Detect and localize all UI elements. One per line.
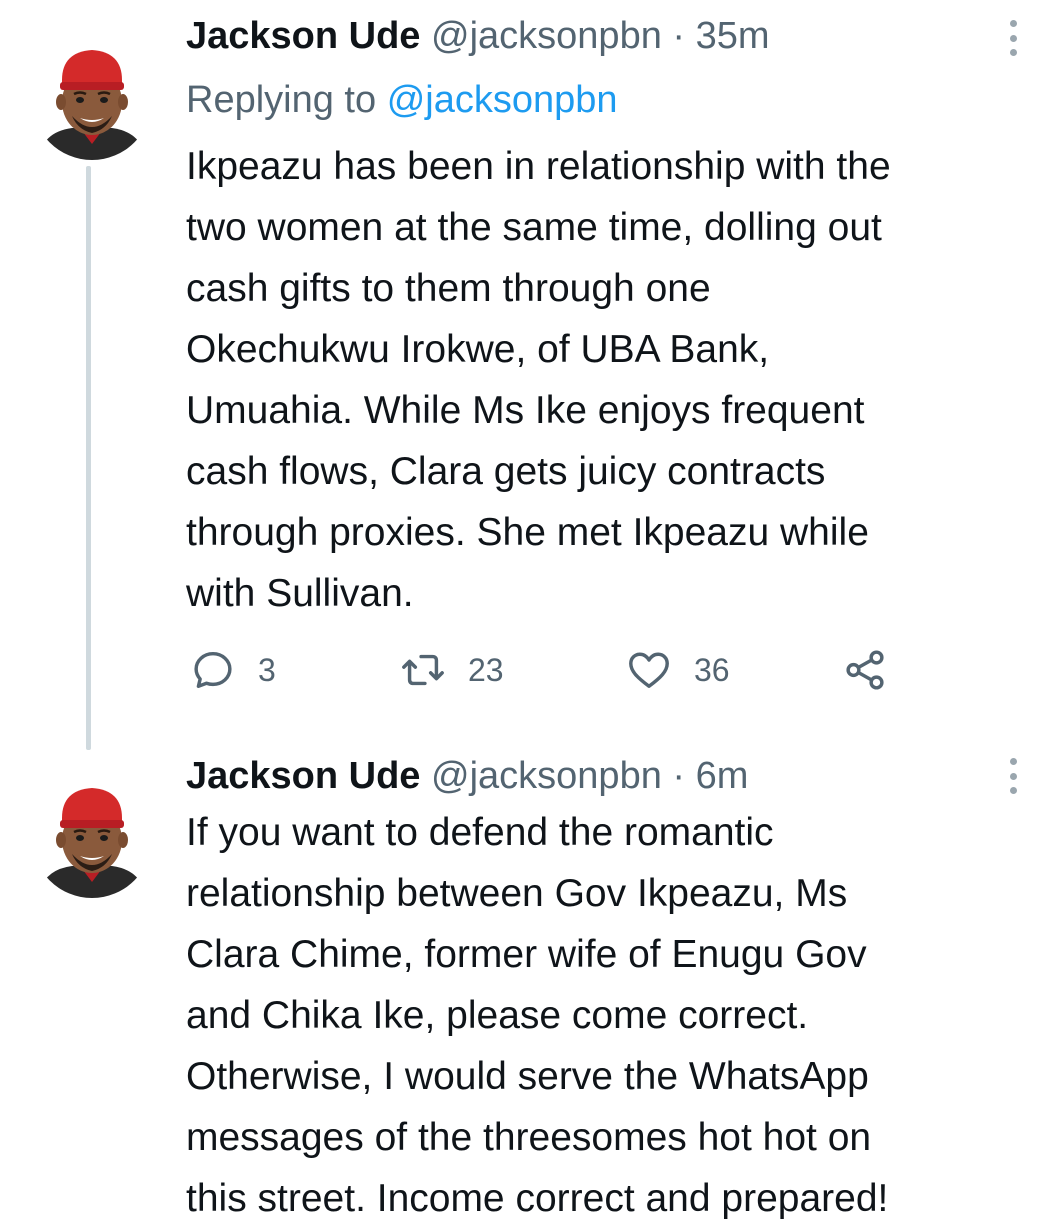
avatar[interactable] xyxy=(32,40,152,160)
more-vertical-icon[interactable] xyxy=(1005,20,1021,56)
timestamp[interactable]: 6m xyxy=(696,755,749,797)
replying-to-label: Replying to xyxy=(186,79,377,121)
thread-connector-line xyxy=(86,166,91,750)
author-name[interactable]: Jackson Ude xyxy=(186,755,420,797)
tweet-text-line: through proxies. She met Ikpeazu while xyxy=(186,511,869,554)
tweet-text-line: this street. Income correct and prepared… xyxy=(186,1177,889,1220)
tweet-text-line: cash flows, Clara gets juicy contracts xyxy=(186,450,826,493)
tweet-text-line: Clara Chime, former wife of Enugu Gov xyxy=(186,933,867,976)
tweet-header: Jackson Ude @jacksonpbn · 35m xyxy=(186,8,983,64)
replying-to-handle[interactable]: @jacksonpbn xyxy=(387,79,618,121)
tweet-text-line: cash gifts to them through one xyxy=(186,267,711,310)
retweet-button[interactable]: 23 xyxy=(400,640,504,700)
tweet-actions: 3 23 36 xyxy=(186,640,946,700)
separator: · xyxy=(672,15,686,57)
retweet-icon xyxy=(402,654,444,686)
reply-button[interactable]: 3 xyxy=(190,640,276,700)
tweet-text: Ikpeazu has been in relationship with th… xyxy=(186,136,1036,624)
retweet-count: 23 xyxy=(468,651,504,688)
author-handle[interactable]: @jacksonpbn xyxy=(431,755,662,797)
reply-count: 3 xyxy=(258,651,276,688)
avatar[interactable] xyxy=(32,778,152,898)
like-count: 36 xyxy=(694,651,730,688)
tweet-text-line: with Sullivan. xyxy=(186,572,414,615)
avatar-illustration xyxy=(32,40,152,160)
tweet-text-line: Umuahia. While Ms Ike enjoys frequent xyxy=(186,389,865,432)
more-vertical-icon[interactable] xyxy=(1005,758,1021,794)
replying-to: Replying to @jacksonpbn xyxy=(186,72,618,128)
author-name[interactable]: Jackson Ude xyxy=(186,15,420,57)
share-icon xyxy=(846,650,884,690)
share-button[interactable] xyxy=(842,640,910,700)
author-handle[interactable]: @jacksonpbn xyxy=(431,15,662,57)
tweet-text-line: Otherwise, I would serve the WhatsApp xyxy=(186,1055,869,1098)
timestamp[interactable]: 35m xyxy=(696,15,770,57)
avatar-illustration xyxy=(32,778,152,898)
tweet-text-line: two women at the same time, dolling out xyxy=(186,206,882,249)
tweet-text-line: relationship between Gov Ikpeazu, Ms xyxy=(186,872,848,915)
tweet-text-line: messages of the threesomes hot hot on xyxy=(186,1116,872,1159)
separator: · xyxy=(672,755,686,797)
heart-icon xyxy=(629,652,669,689)
tweet-text-line: Ikpeazu has been in relationship with th… xyxy=(186,145,891,188)
tweet-text: If you want to defend the romantic relat… xyxy=(186,802,1036,1229)
tweet-header: Jackson Ude @jacksonpbn · 6m xyxy=(186,748,983,804)
reply-icon xyxy=(194,651,232,689)
like-button[interactable]: 36 xyxy=(626,640,730,700)
tweet-text-line: and Chika Ike, please come correct. xyxy=(186,994,809,1037)
tweet-text-line: If you want to defend the romantic xyxy=(186,811,774,854)
tweet-text-line: Okechukwu Irokwe, of UBA Bank, xyxy=(186,328,770,371)
